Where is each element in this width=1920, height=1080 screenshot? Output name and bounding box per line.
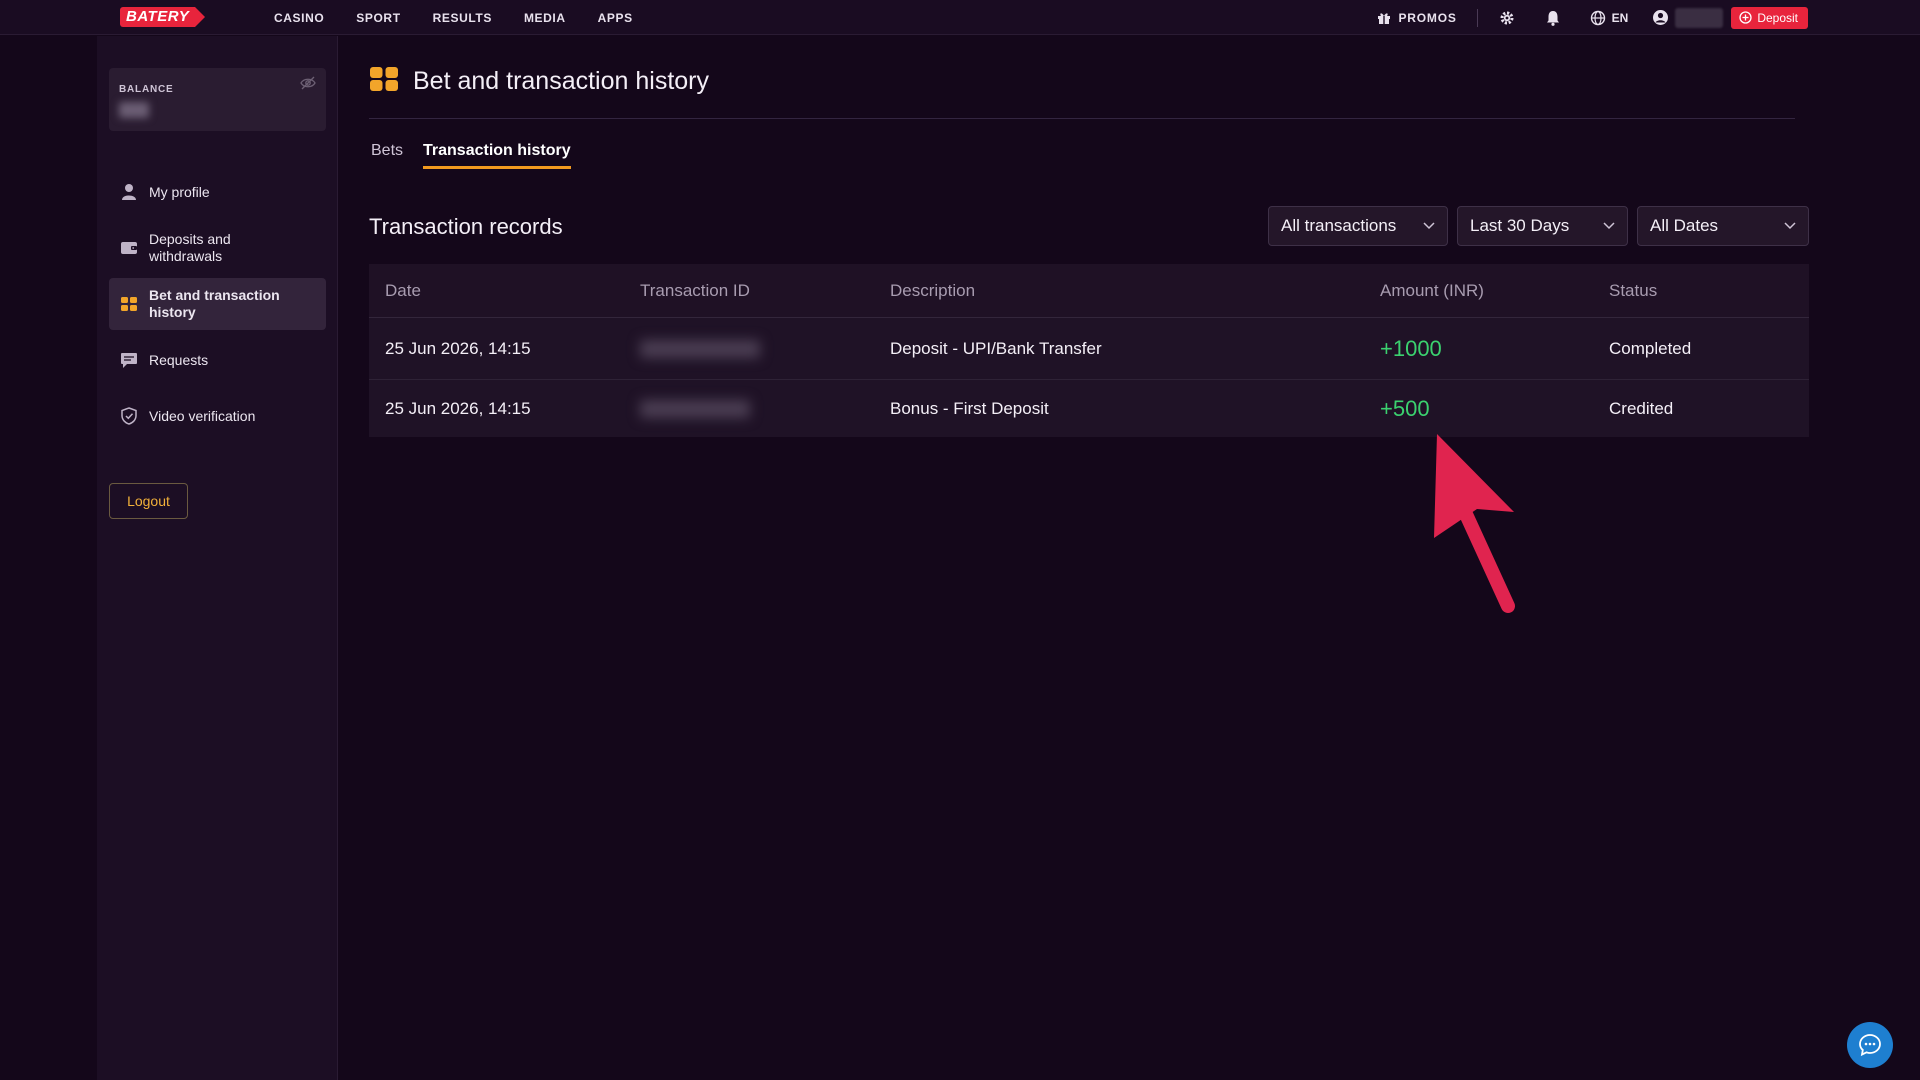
column-header-description[interactable]: Description — [890, 281, 1380, 301]
chevron-down-icon — [1784, 222, 1796, 230]
promos-label: PROMOS — [1398, 10, 1457, 25]
user-account[interactable] — [1652, 7, 1724, 28]
sidebar-item-bet-transaction-history[interactable]: Bet and transaction history — [109, 278, 326, 330]
plus-circle-icon — [1739, 11, 1752, 24]
user-circle-icon — [1653, 10, 1669, 25]
top-divider — [1476, 8, 1478, 27]
chevron-down-icon — [1423, 222, 1435, 230]
period-value: Last 30 Days — [1470, 216, 1570, 235]
sidebar-menu: My profile Deposits and withdrawals Bet … — [109, 166, 326, 446]
table-header: Date Transaction ID Description Amount (… — [369, 264, 1809, 318]
user-icon — [119, 182, 139, 202]
cell-description: Deposit - UPI/Bank Transfer — [890, 338, 1102, 358]
transaction-table: Date Transaction ID Description Amount (… — [369, 264, 1809, 437]
cell-amount: +1000 — [1380, 335, 1442, 361]
transaction-type-value: All transactions — [1281, 216, 1397, 235]
transaction-id-blurred — [640, 399, 750, 418]
sidebar-item-video-verification[interactable]: Video verification — [109, 390, 326, 442]
nav-casino[interactable]: CASINO — [274, 11, 324, 25]
nav-sport[interactable]: SPORT — [356, 11, 400, 25]
table-row[interactable]: 25 Jun 2026, 14:15 Deposit - UPI/Bank Tr… — [369, 318, 1809, 380]
promos-link[interactable]: PROMOS — [1377, 11, 1457, 25]
balance-card: BALANCE — [109, 68, 326, 131]
settings-gear-icon[interactable] — [1498, 9, 1516, 27]
section-title: Transaction records — [369, 214, 563, 239]
column-header-status[interactable]: Status — [1609, 281, 1809, 301]
shield-icon — [119, 406, 139, 426]
header-divider — [369, 118, 1795, 119]
ticket-icon — [119, 294, 139, 314]
tab-transaction-history[interactable]: Transaction history — [423, 142, 571, 169]
language-label: EN — [1611, 10, 1629, 25]
gift-icon — [1377, 12, 1390, 24]
cell-date: 25 Jun 2026, 14:15 — [385, 338, 531, 358]
deposit-button[interactable]: Deposit — [1731, 6, 1808, 29]
cell-transaction-id — [640, 339, 890, 358]
cell-status: Credited — [1609, 398, 1674, 418]
sidebar-item-my-profile[interactable]: My profile — [109, 166, 326, 218]
cell-description: Bonus - First Deposit — [890, 398, 1049, 418]
top-navigation-bar: BATERY CASINO SPORT RESULTS MEDIA APPS P… — [0, 0, 1920, 35]
main-nav: CASINO SPORT RESULTS MEDIA APPS — [274, 0, 665, 35]
batery-logo[interactable]: BATERY — [120, 7, 206, 27]
column-header-transaction-id[interactable]: Transaction ID — [640, 281, 890, 301]
support-chat-button[interactable] — [1847, 1022, 1893, 1068]
chevron-down-icon — [1603, 222, 1615, 230]
logo-text: BATERY — [120, 7, 196, 27]
cell-transaction-id — [640, 399, 890, 418]
sidebar-item-label: Requests — [149, 351, 209, 368]
filters: All transactions Last 30 Days All Dates — [1259, 206, 1809, 246]
annotation-arrow-icon — [1420, 430, 1520, 620]
logo-arrow-icon — [195, 7, 206, 27]
table-row[interactable]: 25 Jun 2026, 14:15 Bonus - First Deposit… — [369, 380, 1809, 437]
sidebar-item-label: Video verification — [149, 407, 256, 424]
transaction-type-select[interactable]: All transactions — [1268, 206, 1448, 246]
page-header: Bet and transaction history — [369, 66, 709, 97]
nav-media[interactable]: MEDIA — [524, 11, 566, 25]
logout-button[interactable]: Logout — [109, 483, 188, 519]
cell-status: Completed — [1609, 338, 1692, 358]
column-header-date[interactable]: Date — [369, 281, 640, 301]
hide-balance-eye-icon[interactable] — [300, 76, 316, 95]
nav-apps[interactable]: APPS — [598, 11, 633, 25]
chat-icon — [119, 350, 139, 370]
globe-icon — [1590, 10, 1605, 25]
sidebar-item-requests[interactable]: Requests — [109, 334, 326, 386]
sidebar-item-label: Bet and transaction history — [149, 287, 280, 320]
page-title: Bet and transaction history — [413, 67, 709, 95]
cell-amount: +500 — [1380, 395, 1430, 421]
sidebar-item-deposits-withdrawals[interactable]: Deposits and withdrawals — [109, 222, 326, 274]
period-select[interactable]: Last 30 Days — [1457, 206, 1628, 246]
cell-date: 25 Jun 2026, 14:15 — [385, 398, 531, 418]
dates-select[interactable]: All Dates — [1637, 206, 1809, 246]
sidebar-item-label: Deposits and withdrawals — [149, 231, 231, 264]
ticket-icon — [369, 66, 399, 97]
sidebar-item-label: My profile — [149, 183, 210, 200]
username-blurred — [1675, 7, 1724, 28]
transaction-id-blurred — [640, 339, 760, 358]
dates-value: All Dates — [1650, 216, 1719, 235]
chat-bubble-icon — [1859, 1034, 1881, 1057]
tab-bets[interactable]: Bets — [371, 142, 403, 169]
balance-value-blurred — [119, 102, 149, 118]
notification-bell-icon[interactable] — [1544, 9, 1562, 27]
deposit-label: Deposit — [1757, 10, 1798, 25]
column-header-amount[interactable]: Amount (INR) — [1380, 281, 1609, 301]
top-right-controls: PROMOS EN Deposit — [1377, 0, 1808, 35]
nav-results[interactable]: RESULTS — [433, 11, 492, 25]
account-sidebar: BALANCE My profile Deposits and withdraw… — [97, 36, 338, 1080]
language-selector[interactable]: EN — [1590, 10, 1629, 26]
wallet-icon — [119, 238, 139, 258]
balance-label: BALANCE — [119, 84, 174, 95]
history-tabs: Bets Transaction history — [371, 142, 591, 169]
